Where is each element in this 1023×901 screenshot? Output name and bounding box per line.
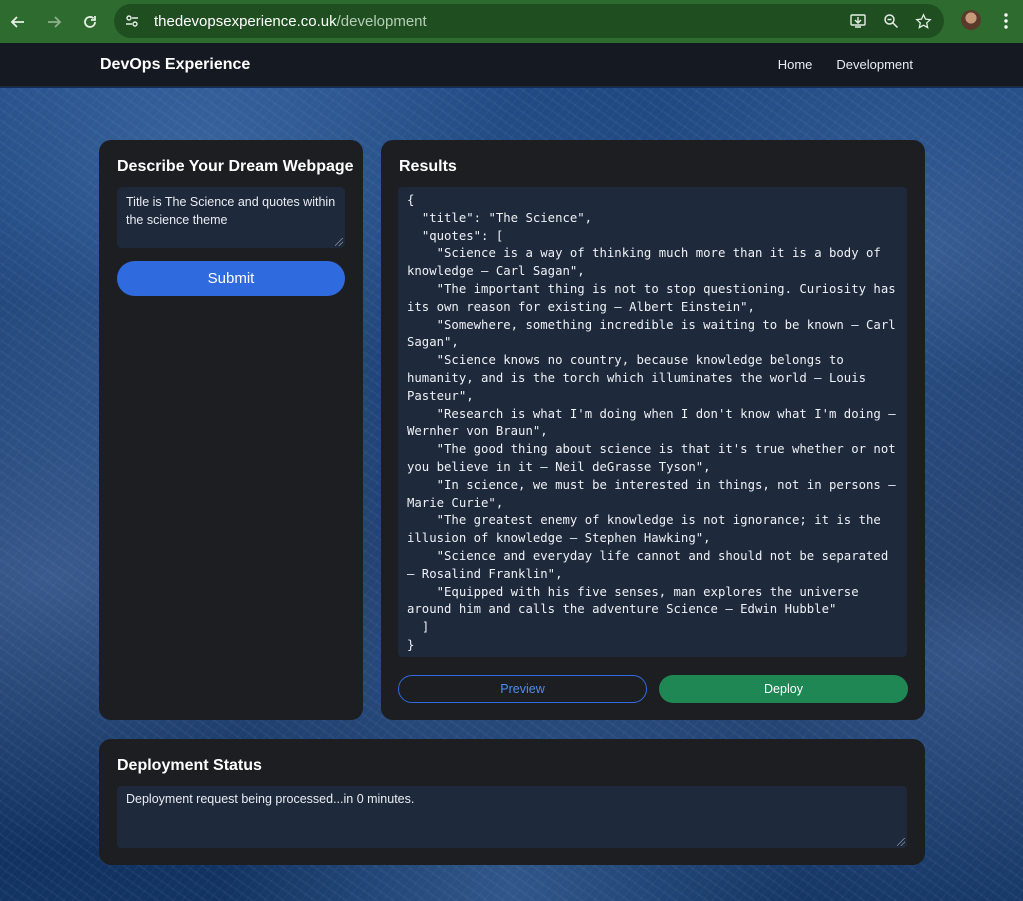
- deployment-status-title: Deployment Status: [117, 757, 262, 774]
- site-info-icon[interactable]: [118, 7, 146, 35]
- prompt-textarea-value: Title is The Science and quotes within t…: [126, 195, 336, 227]
- install-app-icon[interactable]: [846, 8, 872, 34]
- nav-links: Home Development: [778, 57, 913, 72]
- results-card-title: Results: [399, 158, 457, 175]
- browser-toolbar: thedevopsexperience.co.uk/development: [0, 0, 1023, 43]
- deploy-button[interactable]: Deploy: [659, 675, 908, 703]
- reload-icon[interactable]: [72, 0, 108, 43]
- bookmark-star-icon[interactable]: [910, 8, 936, 34]
- submit-button[interactable]: Submit: [117, 261, 345, 296]
- zoom-icon[interactable]: [878, 8, 904, 34]
- preview-button[interactable]: Preview: [398, 675, 647, 703]
- prompt-card-title: Describe Your Dream Webpage: [117, 158, 354, 175]
- prompt-textarea[interactable]: Title is The Science and quotes within t…: [117, 187, 345, 248]
- resize-handle[interactable]: [897, 838, 905, 846]
- nav-link-home[interactable]: Home: [778, 57, 813, 72]
- nav-link-development[interactable]: Development: [836, 57, 913, 72]
- deployment-status-textarea[interactable]: Deployment request being processed...in …: [117, 786, 907, 848]
- menu-kebab-icon[interactable]: [996, 6, 1016, 36]
- address-bar[interactable]: thedevopsexperience.co.uk/development: [114, 4, 944, 38]
- deployment-status-card: Deployment Status Deployment request bei…: [99, 739, 925, 865]
- results-json: { "title": "The Science", "quotes": [ "S…: [407, 193, 896, 652]
- url-text: thedevopsexperience.co.uk/development: [154, 13, 427, 30]
- prompt-card: Describe Your Dream Webpage Title is The…: [99, 140, 363, 720]
- results-card: Results { "title": "The Science", "quote…: [381, 140, 925, 720]
- back-arrow-icon[interactable]: [0, 0, 36, 43]
- url-path: /development: [336, 12, 427, 30]
- resize-handle[interactable]: [335, 238, 343, 246]
- deployment-status-message: Deployment request being processed...in …: [126, 792, 415, 806]
- url-host: thedevopsexperience.co.uk: [154, 12, 337, 30]
- site-header: DevOps Experience Home Development: [0, 43, 1023, 87]
- results-output[interactable]: { "title": "The Science", "quotes": [ "S…: [398, 187, 907, 657]
- brand-title[interactable]: DevOps Experience: [100, 56, 250, 74]
- forward-arrow-icon[interactable]: [36, 0, 72, 43]
- profile-avatar[interactable]: [961, 10, 981, 30]
